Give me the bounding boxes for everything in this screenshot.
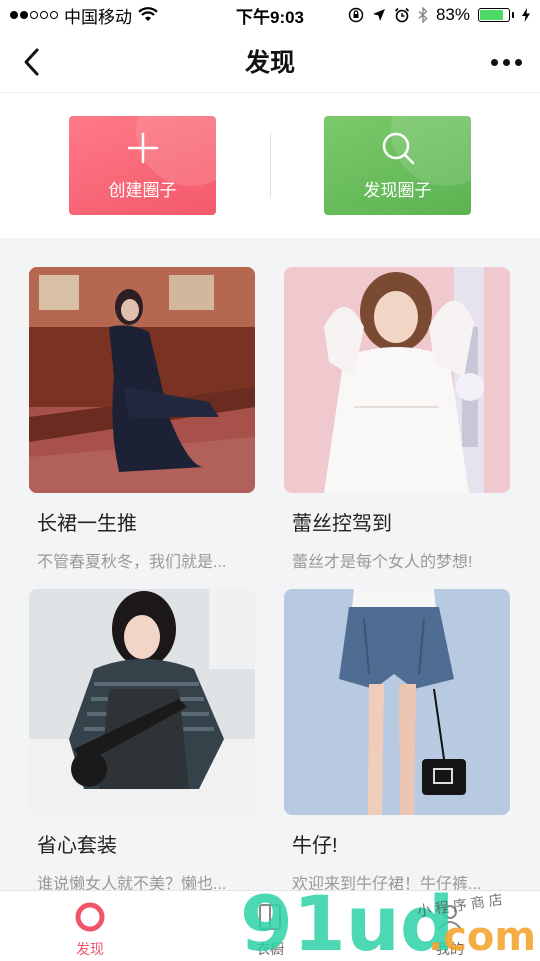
tab-wardrobe[interactable]: 衣橱 xyxy=(180,891,360,961)
battery-percent: 83% xyxy=(435,5,470,24)
tab-discover[interactable]: 发现 xyxy=(0,891,180,961)
circle-cover-image[interactable] xyxy=(284,589,510,815)
status-right: 83% xyxy=(348,5,540,25)
status-left: 中国移动 xyxy=(0,3,158,28)
rotation-lock-icon xyxy=(348,7,364,23)
search-icon xyxy=(382,132,414,165)
back-button[interactable] xyxy=(12,42,52,82)
tab-wardrobe-label: 衣橱 xyxy=(256,941,284,957)
bluetooth-icon xyxy=(418,7,428,23)
tab-mine-label: 我的 xyxy=(436,941,464,957)
circle-card-desc: 不管春夏秋冬，我们就是... xyxy=(37,554,227,571)
alarm-icon xyxy=(394,7,410,23)
circle-card-title: 牛仔! xyxy=(292,835,338,857)
circle-card-title: 长裙一生推 xyxy=(37,513,137,535)
battery-icon xyxy=(478,8,514,22)
navigation-bar: 发现 xyxy=(0,30,540,93)
wardrobe-icon xyxy=(259,904,281,930)
circle-actions: 创建圈子 发现圈子 xyxy=(0,93,540,238)
discover-circle-icon xyxy=(75,902,105,932)
circle-card[interactable]: 长裙一生推 不管春夏秋冬，我们就是... xyxy=(29,267,255,572)
wifi-icon xyxy=(138,7,158,21)
tab-mine[interactable]: 我的 xyxy=(360,891,540,961)
plus-icon xyxy=(127,132,158,164)
action-divider xyxy=(270,133,271,197)
circle-card-desc: 蕾丝才是每个女人的梦想! xyxy=(292,554,473,571)
chevron-left-icon xyxy=(24,48,39,76)
circle-cover-image[interactable] xyxy=(29,589,255,815)
status-bar: 中国移动 下午9:03 83% xyxy=(0,0,540,30)
circle-card[interactable]: 牛仔! 欢迎来到牛仔裙！牛仔裤... xyxy=(284,589,510,894)
more-button[interactable] xyxy=(484,42,528,82)
circle-card[interactable]: 蕾丝控驾到 蕾丝才是每个女人的梦想! xyxy=(284,267,510,572)
page-title: 发现 xyxy=(244,49,295,77)
charging-icon xyxy=(522,8,530,22)
circle-cover-image[interactable] xyxy=(284,267,510,493)
circle-card-title: 蕾丝控驾到 xyxy=(292,513,392,535)
tab-discover-label: 发现 xyxy=(76,941,104,957)
circle-cover-image[interactable] xyxy=(29,267,255,493)
discover-circle-button[interactable]: 发现圈子 xyxy=(324,116,471,215)
circle-card-title: 省心套装 xyxy=(37,835,117,857)
location-arrow-icon xyxy=(372,9,385,21)
discover-circle-label: 发现圈子 xyxy=(363,181,432,200)
create-circle-label: 创建圈子 xyxy=(108,181,177,200)
bottom-tab-bar: 发现 衣橱 我的 xyxy=(0,890,540,961)
carrier-name: 中国移动 xyxy=(64,7,132,27)
signal-strength-icon xyxy=(10,11,58,19)
more-dots-icon xyxy=(490,58,498,66)
user-icon xyxy=(438,905,462,930)
circle-card[interactable]: 省心套装 谁说懒女人就不美？懒也... xyxy=(29,589,255,894)
create-circle-button[interactable]: 创建圈子 xyxy=(69,116,216,215)
